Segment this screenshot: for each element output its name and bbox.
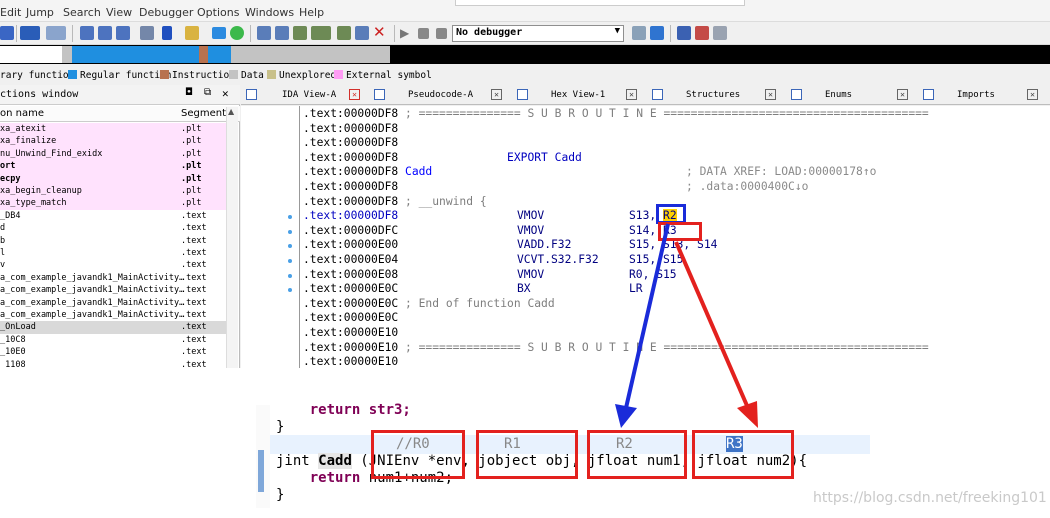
watermark: https://blog.csdn.net/freeking101 (813, 490, 1047, 506)
blue-arrowhead (615, 404, 637, 428)
red-arrow-line (674, 241, 750, 409)
annotation-arrows (615, 223, 758, 428)
red-arrowhead (737, 401, 758, 428)
blue-arrow-line (624, 223, 670, 409)
